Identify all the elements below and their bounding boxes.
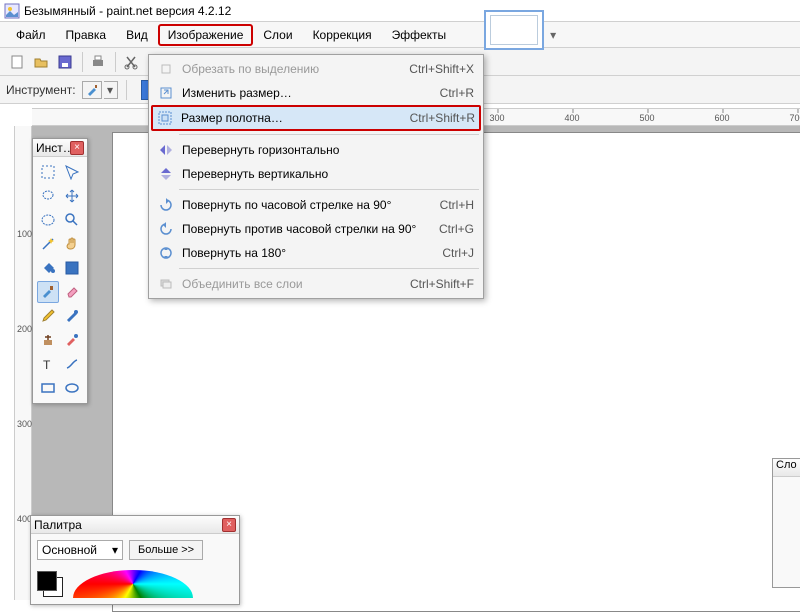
tool-gradient[interactable]: [61, 257, 83, 279]
colors-window-title-bar[interactable]: Палитра ×: [31, 516, 239, 534]
color-wheel[interactable]: [73, 570, 193, 598]
close-icon[interactable]: ×: [70, 141, 84, 155]
tools-window-title: Инст…: [36, 141, 70, 155]
app-icon: [4, 3, 20, 19]
menu-flip-vertical[interactable]: Перевернуть вертикально: [151, 162, 481, 186]
flip-v-icon: [156, 167, 176, 181]
primary-secondary-combo[interactable]: Основной▾: [37, 540, 123, 560]
window-title: Безымянный - paint.net версия 4.2.12: [24, 4, 231, 18]
tool-clone-stamp[interactable]: [37, 329, 59, 351]
menu-crop-to-selection: Обрезать по выделению Ctrl+Shift+X: [151, 57, 481, 81]
canvas-size-icon: [155, 111, 175, 125]
tool-recolor[interactable]: [61, 329, 83, 351]
rotate-cw-icon: [156, 198, 176, 212]
primary-color-swatch[interactable]: [37, 571, 57, 591]
image-menu-dropdown: Обрезать по выделению Ctrl+Shift+X Измен…: [148, 54, 484, 299]
cut-button[interactable]: [120, 51, 142, 73]
more-button[interactable]: Больше >>: [129, 540, 203, 560]
menu-layers[interactable]: Слои: [253, 24, 302, 46]
menu-effects[interactable]: Эффекты: [382, 24, 457, 46]
tool-paint-bucket[interactable]: [37, 257, 59, 279]
tool-color-picker[interactable]: [61, 305, 83, 327]
title-bar: Безымянный - paint.net версия 4.2.12: [0, 0, 800, 22]
layers-window-title[interactable]: Сло: [773, 459, 800, 477]
ruler-tick: 300: [17, 419, 32, 429]
tool-paintbrush[interactable]: [37, 281, 59, 303]
menu-separator: [179, 134, 479, 135]
tool-label: Инструмент:: [6, 83, 76, 97]
menu-rotate-cw[interactable]: Повернуть по часовой стрелке на 90° Ctrl…: [151, 193, 481, 217]
close-icon[interactable]: ×: [222, 518, 236, 532]
colors-window[interactable]: Палитра × Основной▾ Больше >>: [30, 515, 240, 605]
tool-rect-select[interactable]: [37, 161, 59, 183]
menu-image[interactable]: Изображение: [158, 24, 254, 46]
tool-pencil[interactable]: [37, 305, 59, 327]
menu-separator: [179, 189, 479, 190]
menu-flatten: Объединить все слои Ctrl+Shift+F: [151, 272, 481, 296]
ruler-tick: 700: [789, 113, 800, 123]
layers-window[interactable]: Сло: [772, 458, 800, 588]
tool-eraser[interactable]: [61, 281, 83, 303]
menu-file[interactable]: Файл: [6, 24, 56, 46]
menu-separator: [179, 268, 479, 269]
thumbnail-dropdown-icon[interactable]: ▾: [550, 28, 556, 42]
ruler-tick: 100: [17, 229, 32, 239]
tool-move-selection[interactable]: [61, 161, 83, 183]
save-file-button[interactable]: [54, 51, 76, 73]
tool-rectangle[interactable]: [37, 377, 59, 399]
tools-window-title-bar[interactable]: Инст… ×: [33, 139, 87, 157]
menu-resize[interactable]: Изменить размер… Ctrl+R: [151, 81, 481, 105]
menu-flip-horizontal[interactable]: Перевернуть горизонтально: [151, 138, 481, 162]
tool-dropdown-icon[interactable]: ▾: [104, 81, 118, 99]
menu-adjustments[interactable]: Коррекция: [303, 24, 382, 46]
new-file-button[interactable]: [6, 51, 28, 73]
menu-view[interactable]: Вид: [116, 24, 158, 46]
ruler-tick: 400: [564, 113, 579, 123]
toolbar-separator: [126, 80, 127, 100]
tool-lasso[interactable]: [37, 185, 59, 207]
tools-window[interactable]: Инст… × T: [32, 138, 88, 404]
chevron-down-icon: ▾: [112, 543, 118, 557]
ruler-tick: 200: [17, 324, 32, 334]
rotate-ccw-icon: [156, 222, 176, 236]
tool-ellipse-select[interactable]: [37, 209, 59, 231]
menu-canvas-size[interactable]: Размер полотна… Ctrl+Shift+R: [151, 105, 481, 131]
open-file-button[interactable]: [30, 51, 52, 73]
current-tool-icon[interactable]: [82, 81, 102, 99]
tool-text[interactable]: T: [37, 353, 59, 375]
menu-edit[interactable]: Правка: [56, 24, 117, 46]
menu-bar: Файл Правка Вид Изображение Слои Коррекц…: [0, 22, 800, 48]
print-button[interactable]: [87, 51, 109, 73]
tool-zoom[interactable]: [61, 209, 83, 231]
rotate-180-icon: [156, 246, 176, 260]
flip-h-icon: [156, 143, 176, 157]
ruler-tick: 600: [714, 113, 729, 123]
ruler-tick: 500: [639, 113, 654, 123]
resize-icon: [156, 86, 176, 100]
crop-icon: [156, 62, 176, 76]
tools-grid: T: [33, 157, 87, 403]
document-thumbnail[interactable]: [484, 10, 544, 50]
flatten-icon: [156, 277, 176, 291]
tool-move-pixels[interactable]: [61, 185, 83, 207]
svg-text:T: T: [43, 358, 51, 372]
toolbar-separator: [115, 52, 116, 72]
ruler-tick: 300: [489, 113, 504, 123]
tool-pan[interactable]: [61, 233, 83, 255]
menu-rotate-180[interactable]: Повернуть на 180° Ctrl+J: [151, 241, 481, 265]
tool-line[interactable]: [61, 353, 83, 375]
toolbar-separator: [82, 52, 83, 72]
colors-window-title: Палитра: [34, 518, 222, 532]
menu-rotate-ccw[interactable]: Повернуть против часовой стрелки на 90° …: [151, 217, 481, 241]
tool-ellipse[interactable]: [61, 377, 83, 399]
primary-secondary-swatch[interactable]: [37, 571, 67, 597]
tool-magic-wand[interactable]: [37, 233, 59, 255]
